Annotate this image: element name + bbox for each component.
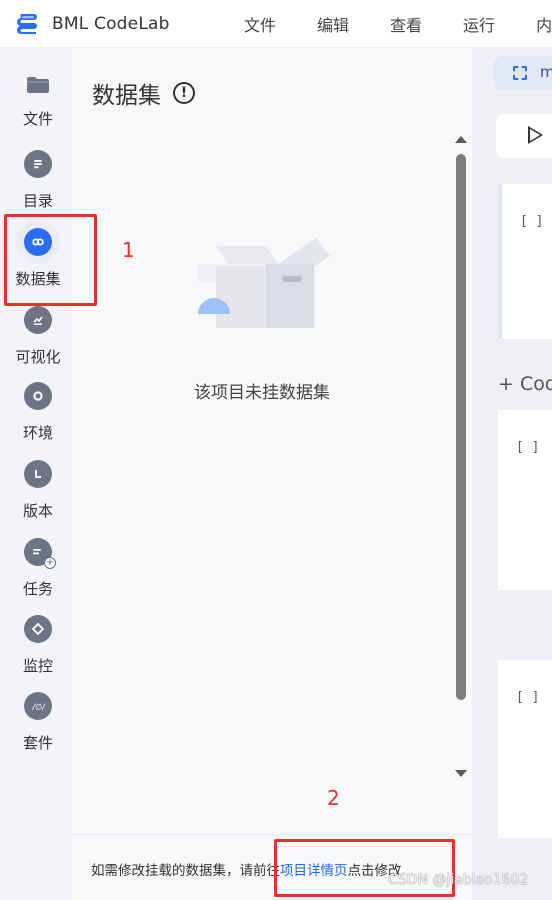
sidebar-item-label: 版本	[22, 502, 53, 520]
circle-icon	[24, 382, 52, 410]
footer-hint-prefix: 如需修改挂载的数据集，请前往	[91, 863, 280, 879]
panel-header: 数据集 !	[92, 76, 195, 110]
plugin-icon: /∅/	[24, 692, 52, 720]
scroll-down-arrow[interactable]	[455, 770, 467, 777]
code-cell[interactable]: [ ]	[498, 410, 552, 590]
sidebar-item-monitor[interactable]: 监控	[0, 615, 76, 676]
notebook-tab-label: m	[540, 63, 552, 81]
left-sidebar: 文件 目录 数据集 可视化 环境 版本 + 任务 监控 /∅/ 套件	[0, 48, 72, 900]
sidebar-item-tasks[interactable]: + 任务	[0, 538, 76, 599]
menu-more[interactable]: 内	[536, 12, 552, 36]
sidebar-item-files[interactable]: 文件	[0, 76, 76, 129]
run-toolbar	[496, 114, 552, 158]
run-play-icon[interactable]	[528, 126, 543, 144]
menu-file[interactable]: 文件	[244, 12, 276, 36]
notebook-area: m [ ] + Cod [ ] [ ]	[472, 48, 552, 900]
panel-title: 数据集	[92, 83, 161, 109]
add-code-button[interactable]: + Cod	[498, 373, 552, 395]
menu-run[interactable]: 运行	[463, 12, 495, 36]
list-icon	[24, 150, 52, 178]
cell-prompt: [ ]	[516, 690, 540, 705]
annotation-number-2: 2	[327, 786, 340, 810]
sidebar-item-label: 环境	[22, 424, 53, 442]
version-icon	[24, 460, 52, 488]
annotation-box-datasets	[4, 214, 97, 306]
folder-icon	[27, 77, 49, 93]
sidebar-item-label: 目录	[22, 192, 53, 210]
notebook-file-icon	[513, 66, 527, 80]
sidebar-item-label: 监控	[22, 657, 53, 675]
chart-icon	[24, 306, 52, 334]
empty-box-illustration	[198, 238, 330, 328]
empty-state-text: 该项目未挂数据集	[194, 383, 330, 403]
cell-prompt: [ ]	[520, 214, 544, 229]
cell-prompt: [ ]	[516, 440, 540, 455]
sidebar-item-label: 文件	[22, 110, 53, 128]
menu-view[interactable]: 查看	[390, 12, 422, 36]
plus-icon: +	[44, 557, 56, 569]
sidebar-item-suite[interactable]: /∅/ 套件	[0, 692, 76, 753]
notebook-tab[interactable]: m	[494, 56, 552, 90]
scrollbar-thumb[interactable]	[456, 154, 466, 700]
sidebar-item-label: 可视化	[15, 348, 61, 366]
code-cell[interactable]: [ ]	[498, 660, 552, 838]
main-menu: 文件 编辑 查看 运行 内	[244, 0, 552, 48]
sidebar-item-versions[interactable]: 版本	[0, 460, 76, 521]
app-logo[interactable]: BML CodeLab	[14, 11, 170, 37]
menu-edit[interactable]: 编辑	[317, 12, 349, 36]
sidebar-item-visualization[interactable]: 可视化	[0, 306, 76, 367]
dataset-panel: 数据集 ! 该项目未挂数据集 如需修改挂载的数据集，请前往项目详情页点击修改	[72, 48, 472, 900]
top-bar: BML CodeLab 文件 编辑 查看 运行 内	[0, 0, 552, 48]
diamond-icon	[24, 615, 52, 643]
annotation-number-1: 1	[122, 238, 135, 262]
sidebar-item-label: 任务	[22, 580, 53, 598]
annotation-box-link	[274, 839, 455, 897]
code-cell[interactable]: [ ]	[498, 184, 552, 339]
info-icon[interactable]: !	[173, 82, 195, 104]
sidebar-item-toc[interactable]: 目录	[0, 150, 76, 211]
sidebar-item-label: 套件	[22, 734, 53, 752]
app-name: BML CodeLab	[52, 13, 170, 34]
watermark: CSDN @jiabiao1602	[388, 872, 529, 888]
bml-logo-icon	[17, 13, 37, 34]
sidebar-item-environment[interactable]: 环境	[0, 382, 76, 443]
task-add-icon: +	[24, 538, 56, 569]
scroll-up-arrow[interactable]	[455, 136, 467, 143]
svg-text:/∅/: /∅/	[32, 703, 47, 712]
